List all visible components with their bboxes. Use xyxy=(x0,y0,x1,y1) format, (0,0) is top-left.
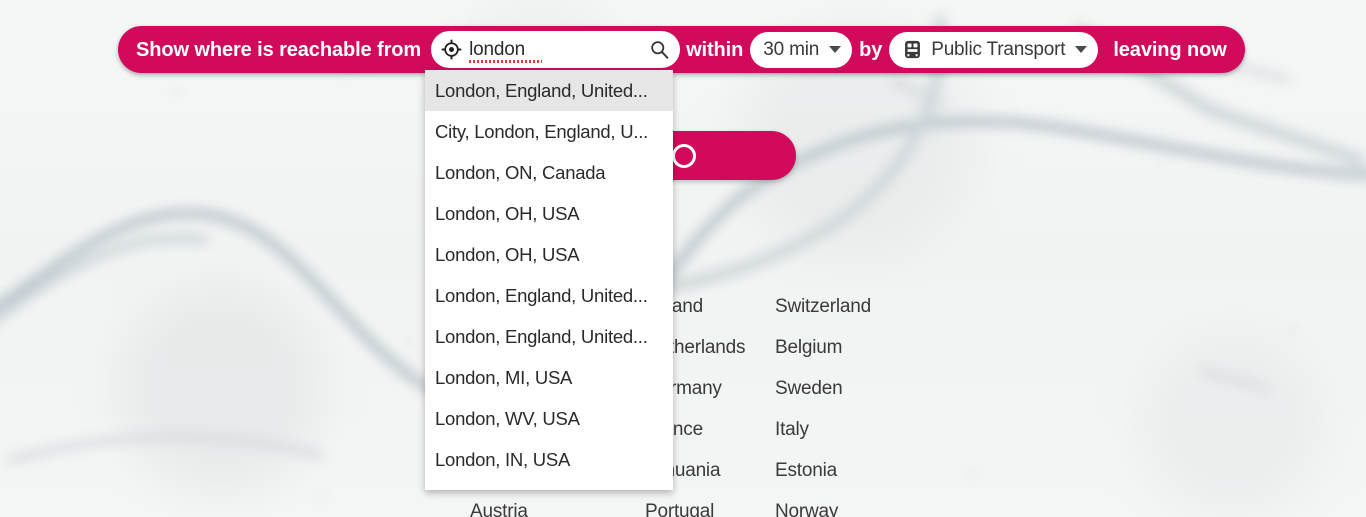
chevron-down-icon[interactable] xyxy=(1075,46,1088,53)
autocomplete-item[interactable]: London, MI, USA xyxy=(425,357,673,398)
search-icon[interactable] xyxy=(649,39,670,60)
country-item[interactable]: Austria xyxy=(470,501,645,517)
country-item[interactable]: Italy xyxy=(775,419,895,441)
crosshair-icon[interactable] xyxy=(441,39,462,60)
autocomplete-item[interactable]: London, IN, USA xyxy=(425,439,673,480)
loading-spinner-icon xyxy=(672,143,696,168)
chevron-down-icon[interactable] xyxy=(829,46,842,53)
by-label: by xyxy=(859,38,883,61)
autocomplete-item[interactable]: London, OH, USA xyxy=(425,193,673,234)
autocomplete-item[interactable]: London, England, United... xyxy=(425,275,673,316)
search-input[interactable] xyxy=(469,38,650,61)
duration-dropdown[interactable]: 30 min xyxy=(750,31,853,68)
autocomplete-item[interactable]: London, England, United... xyxy=(425,316,673,357)
autocomplete-item[interactable]: London, England, United... xyxy=(425,70,673,111)
location-search-field[interactable] xyxy=(431,31,681,68)
autocomplete-item[interactable]: London, OH, USA xyxy=(425,234,673,275)
autocomplete-dropdown: London, England, United... City, London,… xyxy=(425,70,673,490)
query-prefix-label: Show where is reachable from xyxy=(136,38,422,61)
location-input-wrap xyxy=(469,31,650,68)
autocomplete-item[interactable]: London, ON, Canada xyxy=(425,152,673,193)
transport-value: Public Transport xyxy=(931,38,1066,60)
country-item[interactable]: Belgium xyxy=(775,337,895,359)
country-item[interactable]: Switzerland xyxy=(775,296,895,318)
autocomplete-item[interactable]: London, WV, USA xyxy=(425,398,673,439)
transit-map-app: Countries Ireland Poland Switzerland Net… xyxy=(0,0,1366,517)
within-label: within xyxy=(686,38,744,61)
autocomplete-item[interactable]: City, London, England, U... xyxy=(425,111,673,152)
query-bar: Show where is reachable from within xyxy=(118,26,1245,73)
country-item[interactable]: Estonia xyxy=(775,460,895,482)
train-icon xyxy=(905,40,921,59)
leaving-now-label[interactable]: leaving now xyxy=(1113,40,1226,60)
country-item[interactable]: Norway xyxy=(775,501,895,517)
duration-value: 30 min xyxy=(763,38,820,60)
transport-mode-dropdown[interactable]: Public Transport xyxy=(889,31,1099,68)
country-item[interactable]: Portugal xyxy=(645,501,775,517)
country-item[interactable]: Sweden xyxy=(775,378,895,400)
